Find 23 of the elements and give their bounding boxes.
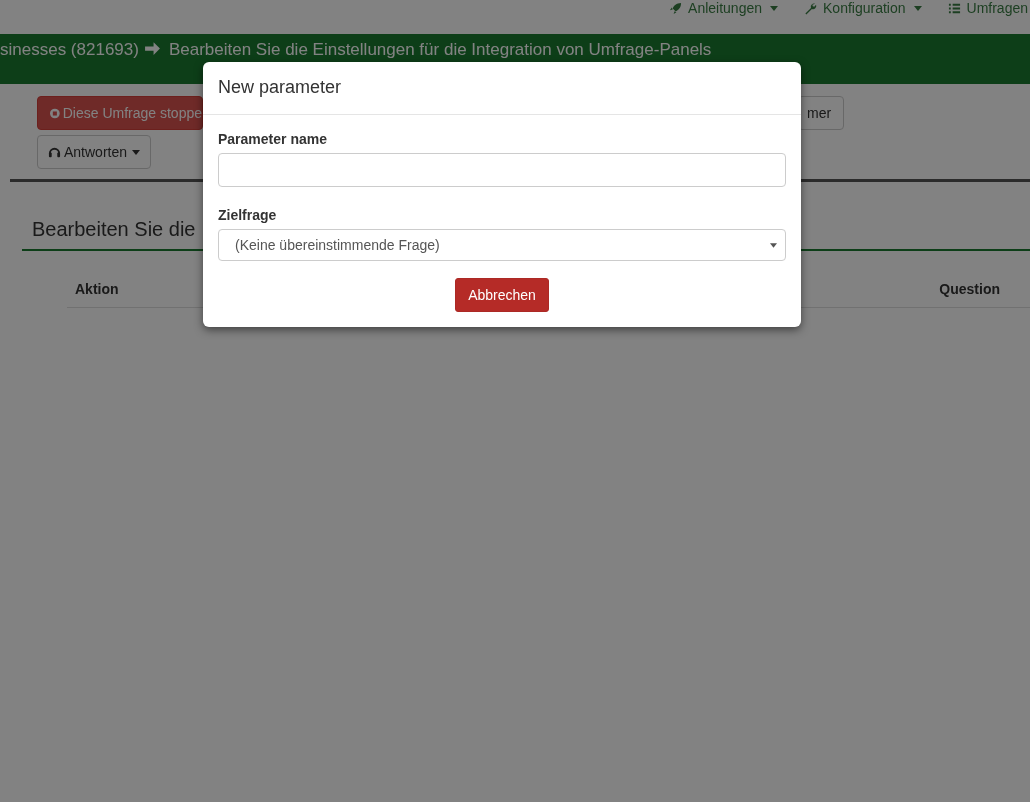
toolbar-button[interactable]: mer xyxy=(798,96,845,130)
stop-survey-button[interactable]: Diese Umfrage stoppe xyxy=(37,96,203,130)
list-icon xyxy=(947,1,961,15)
column-header: Question xyxy=(939,281,1000,297)
page-title: Bearbeiten Sie die Einstellungen für die Integration von Umfrage-Panels xyxy=(168,40,712,60)
caret-icon xyxy=(770,242,777,248)
caret-icon xyxy=(132,149,141,155)
nav-link[interactable]: Umfragen xyxy=(947,0,1028,16)
stop-icon xyxy=(50,106,60,120)
cancel-button[interactable]: Abbrechen xyxy=(455,278,549,312)
headset-icon xyxy=(48,145,61,159)
field-label: Parameter name xyxy=(218,131,328,147)
nav-link[interactable]: Konfiguration xyxy=(804,0,922,16)
rocket-icon xyxy=(669,1,683,15)
responses-button[interactable]: Antworten xyxy=(37,135,152,169)
wrench-icon xyxy=(804,1,817,15)
question-dropdown[interactable]: (Keine übereinstimmende Frage) xyxy=(218,229,786,261)
nav-link[interactable]: Anleitungen xyxy=(669,0,778,16)
dialog-title: New parameter xyxy=(218,77,342,97)
parameter-name-field[interactable] xyxy=(218,153,786,187)
arrow-right-icon xyxy=(143,40,161,57)
breadcrumb-link[interactable]: sinesses (821693) xyxy=(0,40,139,60)
column-header: Aktion xyxy=(75,281,119,297)
